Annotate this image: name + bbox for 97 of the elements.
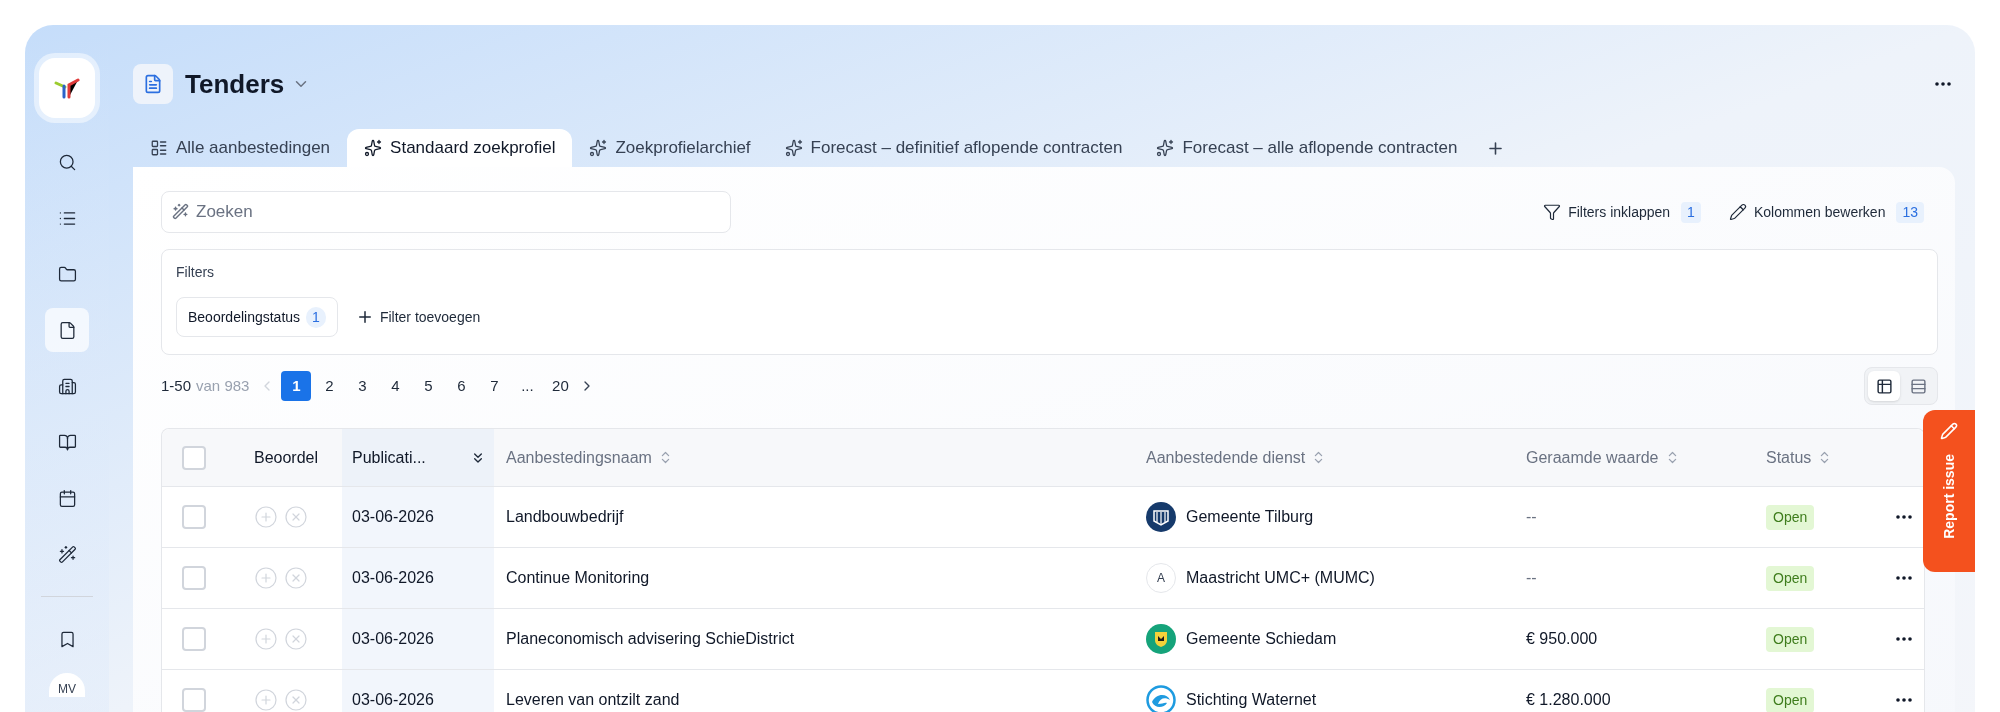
tender-name: Planeconomisch advisering SchieDistrict [506, 629, 795, 649]
page-button[interactable]: 7 [479, 371, 510, 401]
add-filter-button[interactable]: Filter toevoegen [355, 306, 481, 328]
page-button[interactable]: 20 [545, 371, 576, 401]
tab[interactable]: Forecast – alle aflopende contracten [1139, 129, 1475, 167]
estimated-value: € 1.280.000 [1526, 690, 1611, 710]
rows-icon [1909, 377, 1927, 395]
row-checkbox[interactable] [182, 505, 206, 529]
row-checkbox[interactable] [182, 627, 206, 651]
sparkles-icon [364, 139, 383, 157]
list-icon [150, 139, 168, 157]
collapse-filters-button[interactable]: Filters inklappen 1 [1543, 201, 1701, 223]
publication-date: 03-06-2026 [352, 568, 434, 588]
result-total: van 983 [196, 375, 250, 396]
tender-name: Continue Monitoring [506, 568, 650, 588]
pencil-icon [1940, 422, 1958, 440]
row-actions-button[interactable] [1896, 637, 1912, 641]
calendar-icon [57, 488, 77, 508]
row-checkbox[interactable] [182, 688, 206, 712]
column-header[interactable]: Aanbestedende dienst [1134, 429, 1514, 486]
row-actions-button[interactable] [1896, 698, 1912, 702]
page-title: Tenders [185, 67, 285, 101]
logo-icon [54, 77, 80, 99]
building-icon [57, 376, 77, 396]
row-actions-button[interactable] [1896, 515, 1912, 519]
publication-date: 03-06-2026 [352, 507, 434, 527]
edit-columns-button[interactable]: Kolommen bewerken 13 [1728, 201, 1924, 223]
filter-icon [1543, 203, 1562, 221]
publication-date: 03-06-2026 [352, 690, 434, 710]
estimated-value: -- [1526, 568, 1537, 588]
column-header[interactable]: Beoordel [254, 429, 342, 486]
x-circle-icon [284, 688, 308, 712]
magic-wand-icon [57, 544, 77, 564]
x-circle-icon [284, 566, 308, 590]
crest-logo-icon [1146, 502, 1176, 532]
document-icon [143, 74, 163, 94]
tab[interactable]: Standaard zoekprofiel [347, 129, 573, 167]
column-header[interactable]: Geraamde waarde [1514, 429, 1754, 486]
app-logo[interactable] [39, 58, 95, 118]
organisation-name: Maastricht UMC+ (MUMC) [1186, 568, 1375, 588]
ellipsis-icon [1935, 82, 1951, 86]
tab[interactable]: Forecast – definitief aflopende contracten [767, 129, 1140, 167]
tender-name: Leveren van ontzilt zand [506, 690, 680, 710]
status-badge: Open [1766, 504, 1815, 530]
page-button[interactable]: 5 [413, 371, 444, 401]
filters-heading: Filters [176, 263, 216, 282]
row-actions-button[interactable] [1896, 576, 1912, 580]
tab[interactable]: Zoekprofielarchief [572, 129, 768, 167]
sparkles-icon [784, 139, 803, 157]
table-view-button[interactable] [1868, 371, 1900, 401]
page-button[interactable]: 3 [347, 371, 378, 401]
status-badge: Open [1766, 565, 1815, 591]
column-header[interactable]: Status [1754, 429, 1874, 486]
page-button[interactable]: 6 [446, 371, 477, 401]
shield-logo-icon [1146, 624, 1176, 654]
page-button[interactable]: 2 [314, 371, 345, 401]
plus-circle-icon [254, 627, 278, 651]
ellipsis-icon [1896, 698, 1912, 702]
x-circle-icon [284, 505, 308, 529]
document-nav-button[interactable] [45, 308, 89, 352]
user-avatar[interactable]: MV [49, 673, 85, 697]
publication-date: 03-06-2026 [352, 629, 434, 649]
estimated-value: -- [1526, 507, 1537, 527]
filter-chip[interactable]: Beoordelingstatus 1 [176, 297, 338, 337]
folder-icon [57, 264, 77, 284]
status-badge: Open [1766, 626, 1815, 652]
x-circle-icon [284, 627, 308, 651]
tab[interactable]: Alle aanbestedingen [133, 129, 348, 167]
page-button[interactable]: 1 [281, 371, 312, 401]
book-icon [57, 432, 77, 452]
tender-name: Landbouwbedrijf [506, 507, 624, 527]
table-icon [1875, 377, 1893, 395]
ellipsis-icon [1896, 576, 1912, 580]
plus-circle-icon [254, 688, 278, 712]
column-header[interactable]: Aanbestedingsnaam [494, 429, 1134, 486]
sparkles-icon [589, 139, 608, 157]
search-icon [57, 152, 77, 172]
page-button[interactable]: 4 [380, 371, 411, 401]
organisation-name: Gemeente Schiedam [1186, 629, 1337, 649]
select-all-checkbox[interactable] [182, 445, 206, 470]
organisation-name: Gemeente Tilburg [1186, 507, 1314, 527]
ellipsis-icon [1896, 637, 1912, 641]
result-range: 1-50 [161, 375, 192, 396]
sparkles-icon [1156, 139, 1175, 157]
ellipsis-icon [1896, 515, 1912, 519]
page-button[interactable]: ... [512, 371, 543, 401]
pencil-icon [1728, 203, 1747, 221]
column-header[interactable]: Publicati... [342, 429, 494, 486]
status-badge: Open [1766, 687, 1815, 712]
row-checkbox[interactable] [182, 566, 206, 590]
plus-circle-icon [254, 566, 278, 590]
more-options-button[interactable] [1935, 82, 1951, 86]
plus-circle-icon [254, 505, 278, 529]
organisation-name: Stichting Waternet [1186, 690, 1317, 710]
estimated-value: € 950.000 [1526, 629, 1598, 649]
search-field[interactable]: Zoeken [161, 191, 731, 233]
magic-wand-icon [172, 203, 189, 220]
